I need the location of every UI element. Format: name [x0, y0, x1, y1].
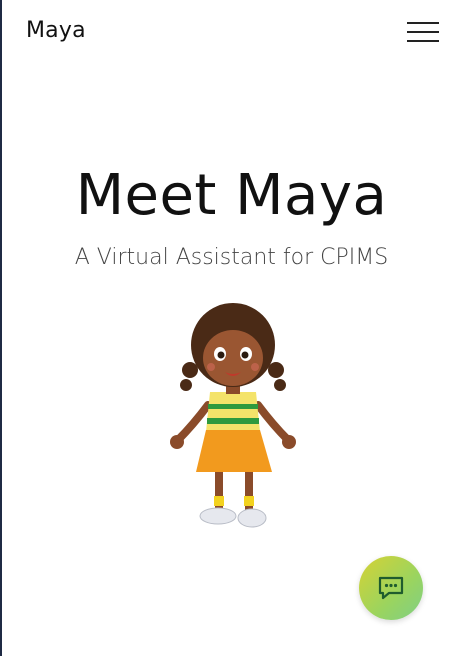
- page-title: Meet Maya: [75, 163, 388, 228]
- hamburger-menu-icon-line-bottom: [407, 40, 439, 42]
- page-subtitle: A Virtual Assistant for CPIMS: [74, 245, 389, 270]
- maya-mascot-illustration: [170, 303, 296, 528]
- brand-name[interactable]: Maya: [26, 18, 86, 43]
- page-left-border: [0, 0, 2, 656]
- top-navbar: Maya: [0, 0, 463, 66]
- chat-bubble-icon: [378, 576, 404, 600]
- chat-launcher-button[interactable]: [359, 556, 423, 620]
- hamburger-menu-icon-line-top: [407, 22, 439, 24]
- menu-button[interactable]: [407, 21, 439, 43]
- hamburger-menu-icon-line-middle: [407, 31, 439, 33]
